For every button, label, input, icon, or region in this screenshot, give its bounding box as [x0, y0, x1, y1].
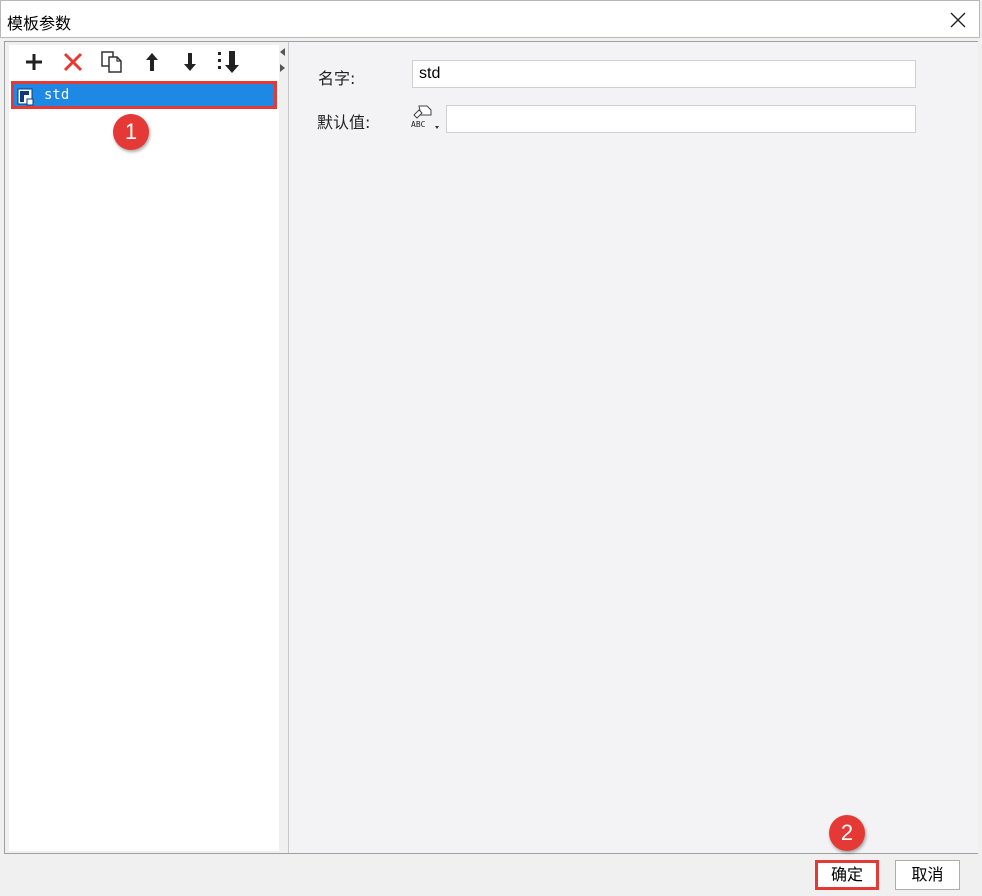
svg-text:ABC: ABC — [411, 120, 426, 129]
parameter-list-pane: std — [9, 45, 280, 851]
parameter-icon — [17, 88, 34, 106]
title-bar: 模板参数 — [0, 0, 980, 38]
list-item-std[interactable]: std — [11, 81, 277, 109]
move-to-bottom-button[interactable] — [216, 49, 242, 75]
move-up-button[interactable] — [139, 49, 165, 75]
close-button[interactable] — [945, 7, 971, 33]
type-selector-button[interactable]: ABC — [409, 103, 443, 133]
copy-button[interactable] — [99, 49, 125, 75]
collapse-left-icon[interactable] — [280, 48, 285, 56]
move-down-button[interactable] — [177, 49, 203, 75]
parameter-detail-pane: 名字: 默认值: ABC — [288, 42, 978, 853]
annotation-badge-1: 1 — [113, 114, 149, 150]
name-label: 名字: — [318, 69, 356, 88]
cancel-button[interactable]: 取消 — [895, 860, 960, 890]
pane-splitter[interactable] — [279, 42, 288, 853]
name-input[interactable] — [412, 60, 916, 88]
ok-button[interactable]: 确定 — [815, 860, 879, 890]
delete-button[interactable] — [60, 49, 86, 75]
dialog-body: std 名字: 默认值: ABC — [4, 41, 978, 854]
expand-right-icon[interactable] — [280, 64, 285, 72]
default-value-label: 默认值: — [317, 113, 371, 132]
add-button[interactable] — [21, 49, 47, 75]
move-up-icon — [146, 53, 158, 71]
abc-string-type-icon: ABC — [411, 105, 439, 129]
move-down-icon — [184, 53, 196, 71]
list-item-label: std — [44, 87, 70, 103]
close-icon — [950, 12, 966, 28]
copy-icon — [101, 51, 122, 73]
default-value-input[interactable] — [446, 105, 916, 133]
list-toolbar — [9, 45, 279, 79]
window-title: 模板参数 — [7, 14, 72, 33]
annotation-badge-2: 2 — [829, 815, 865, 851]
move-to-bottom-icon — [218, 51, 239, 73]
add-icon — [26, 54, 42, 70]
delete-icon — [63, 52, 83, 72]
